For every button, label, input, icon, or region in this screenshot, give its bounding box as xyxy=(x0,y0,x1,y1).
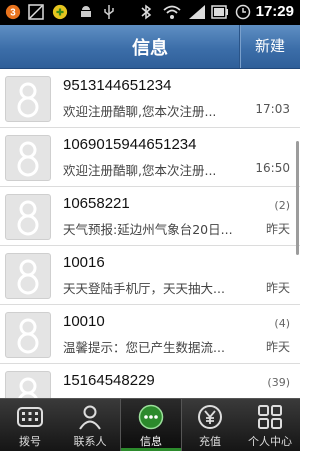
contact-avatar xyxy=(5,135,51,181)
tab-personal-center[interactable]: 个人中心 xyxy=(240,399,300,451)
tab-label: 充值 xyxy=(199,435,221,448)
contact-avatar xyxy=(5,312,51,358)
recharge-icon xyxy=(198,405,222,429)
header-bar: 信息 新建 xyxy=(0,25,300,69)
tab-recharge[interactable]: 充值 xyxy=(180,399,240,451)
default-avatar-icon xyxy=(17,318,39,354)
tab-label: 个人中心 xyxy=(248,435,292,448)
conversation-item[interactable]: 10016 天天登陆手机厅，天天抽大... 昨天 xyxy=(0,246,300,305)
tab-dialpad[interactable]: 拨号 xyxy=(0,399,60,451)
sender-number: 10658221 xyxy=(63,195,130,212)
notification-badge-icon: 3 xyxy=(5,4,21,20)
conversation-item[interactable]: 15164548229 (39) xyxy=(0,364,300,398)
tab-label: 拨号 xyxy=(19,435,41,448)
dialpad-icon xyxy=(17,407,43,427)
conversation-item[interactable]: 10658221 天气预报:延边州气象台20日... (2) 昨天 xyxy=(0,187,300,246)
scrollbar[interactable] xyxy=(296,141,299,255)
message-snippet: 温馨提示：您已产生数据流... xyxy=(63,340,225,355)
message-snippet: 天气预报:延边州气象台20日... xyxy=(63,222,233,237)
contact-icon xyxy=(79,405,101,430)
default-avatar-icon xyxy=(17,259,39,295)
message-time: 17:03 xyxy=(255,102,290,116)
tab-messages[interactable]: 信息 xyxy=(120,399,182,451)
default-avatar-icon xyxy=(17,82,39,118)
signal-icon xyxy=(189,5,205,19)
message-count: (2) xyxy=(274,199,290,212)
android-icon xyxy=(81,6,91,17)
sender-number: 15164548229 xyxy=(63,372,155,389)
sender-number: 10010 xyxy=(63,313,105,330)
battery-icon xyxy=(211,5,228,19)
message-snippet: 天天登陆手机厅，天天抽大... xyxy=(63,281,225,296)
contact-avatar xyxy=(5,76,51,122)
contact-avatar xyxy=(5,371,51,398)
sender-number: 10016 xyxy=(63,254,105,271)
default-avatar-icon xyxy=(18,377,38,398)
image-icon xyxy=(28,4,44,20)
tab-label: 联系人 xyxy=(73,435,107,448)
alarm-icon xyxy=(235,4,251,20)
message-time: 昨天 xyxy=(265,340,290,354)
sender-number: 1069015944651234 xyxy=(63,136,197,153)
contact-avatar xyxy=(5,194,51,240)
message-time: 16:50 xyxy=(255,161,290,175)
tab-label: 信息 xyxy=(140,435,162,448)
app-icon xyxy=(52,4,68,20)
usb-icon xyxy=(104,5,114,19)
personal-center-icon xyxy=(258,405,282,429)
sender-number: 9513144651234 xyxy=(63,77,172,94)
message-count: (39) xyxy=(267,376,290,389)
conversation-item[interactable]: 10010 温馨提示：您已产生数据流... (4) 昨天 xyxy=(0,305,300,364)
status-bar: 3 17:29 xyxy=(0,0,300,25)
message-time: 昨天 xyxy=(265,281,290,295)
message-icon xyxy=(138,404,164,430)
default-avatar-icon xyxy=(17,200,39,236)
message-count: (4) xyxy=(274,317,290,330)
tab-contacts[interactable]: 联系人 xyxy=(60,399,120,451)
conversation-list[interactable]: 9513144651234 欢迎注册酷聊,您本次注册... 17:03 1069… xyxy=(0,69,300,398)
new-message-button[interactable]: 新建 xyxy=(239,25,300,68)
wifi-icon xyxy=(163,5,181,19)
status-time: 17:29 xyxy=(255,3,294,20)
message-snippet: 欢迎注册酷聊,您本次注册... xyxy=(63,104,217,119)
message-time: 昨天 xyxy=(265,222,290,236)
conversation-item[interactable]: 9513144651234 欢迎注册酷聊,您本次注册... 17:03 xyxy=(0,69,300,128)
default-avatar-icon xyxy=(17,141,39,177)
conversation-item[interactable]: 1069015944651234 欢迎注册酷聊,您本次注册... 16:50 xyxy=(0,128,300,187)
bluetooth-icon xyxy=(141,4,152,20)
bottom-tab-bar: 拨号 联系人 信息 充值 个人中心 xyxy=(0,398,300,451)
contact-avatar xyxy=(5,253,51,299)
notification-count: 3 xyxy=(10,8,16,19)
message-snippet: 欢迎注册酷聊,您本次注册... xyxy=(63,163,217,178)
